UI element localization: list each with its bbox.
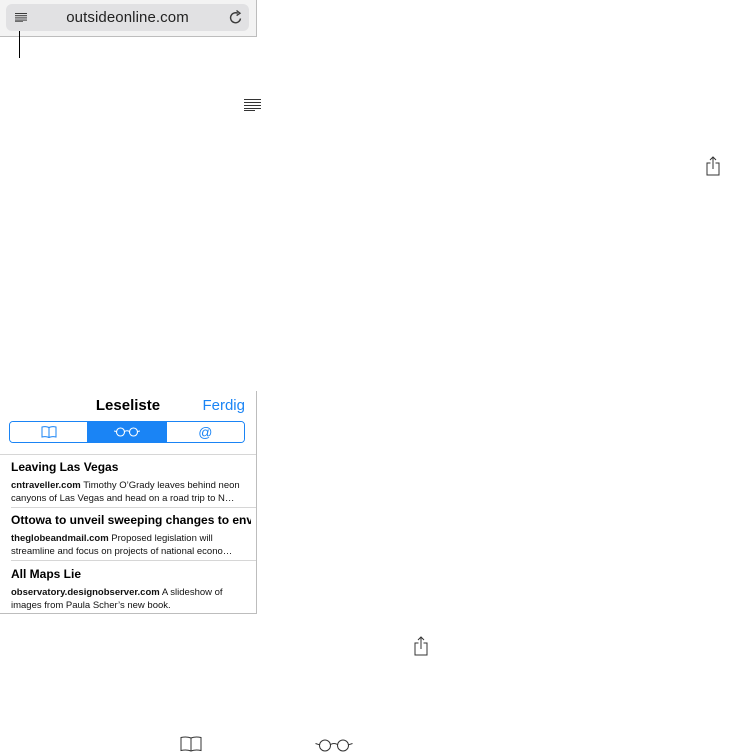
item-description: cntraveller.com Timothy O’Grady leaves b… <box>11 480 251 505</box>
book-icon <box>41 426 57 438</box>
list-item[interactable]: All Maps Lie observatory.designobserver.… <box>11 567 251 612</box>
done-button[interactable]: Ferdig <box>202 397 245 414</box>
tab-reading-list[interactable] <box>88 422 167 442</box>
list-item[interactable]: Ottowa to unveil sweeping changes to env… <box>11 513 251 558</box>
address-bar: outsideonline.com <box>0 0 257 37</box>
reading-list-panel: Leseliste Ferdig @ Leaving Las Vegas cnt… <box>0 391 257 614</box>
divider <box>11 507 256 508</box>
url-field[interactable]: outsideonline.com <box>6 4 249 31</box>
share-icon <box>706 156 720 176</box>
glasses-icon <box>113 427 140 437</box>
tab-shared-links[interactable]: @ <box>166 422 244 442</box>
tab-bookmarks[interactable] <box>10 422 89 442</box>
reading-list-header: Leseliste Ferdig <box>0 391 256 419</box>
item-title: Ottowa to unveil sweeping changes to env… <box>11 513 251 527</box>
item-title: All Maps Lie <box>11 567 82 581</box>
item-source: observatory.designobserver.com <box>11 587 160 598</box>
item-description: observatory.designobserver.com A slidesh… <box>11 587 251 612</box>
item-source: theglobeandmail.com <box>11 533 109 544</box>
item-title: Leaving Las Vegas <box>11 460 119 474</box>
segmented-control: @ <box>9 421 245 443</box>
book-icon <box>180 736 202 752</box>
divider <box>0 454 256 455</box>
list-item[interactable]: Leaving Las Vegas cntraveller.com Timoth… <box>11 460 251 505</box>
reload-icon[interactable] <box>229 9 243 25</box>
divider <box>11 560 256 561</box>
share-icon <box>414 636 428 656</box>
item-source: cntraveller.com <box>11 480 81 491</box>
item-description: theglobeandmail.com Proposed legislation… <box>11 533 251 558</box>
url-text: outsideonline.com <box>66 9 189 26</box>
callout-line <box>19 31 20 58</box>
glasses-icon <box>315 738 353 752</box>
reader-icon <box>244 99 261 111</box>
at-label: @ <box>198 424 213 440</box>
